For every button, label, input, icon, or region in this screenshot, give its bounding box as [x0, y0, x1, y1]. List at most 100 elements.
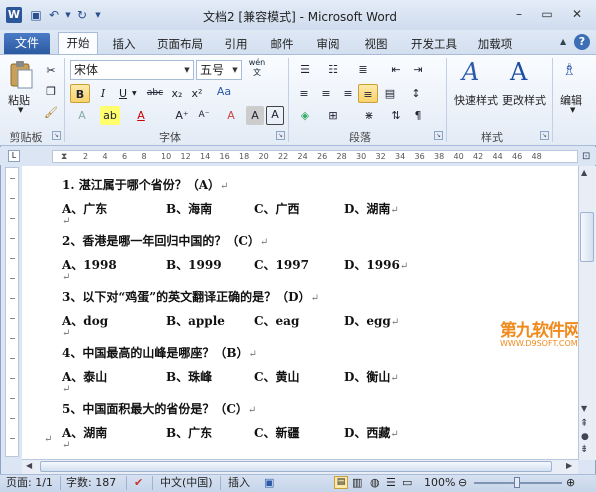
maximize-button[interactable]: ▭	[536, 6, 558, 23]
quick-styles-icon[interactable]: A	[462, 58, 479, 86]
collapse-ribbon-icon[interactable]: ▲	[560, 37, 566, 46]
align-right-icon[interactable]: ≡	[338, 84, 358, 103]
scroll-right-icon[interactable]: ▶	[566, 461, 572, 470]
editing-dropdown-icon[interactable]: ▼	[570, 106, 575, 114]
language-indicator[interactable]: 中文(中国)	[160, 476, 213, 490]
horizontal-ruler[interactable]: 2 4 6 8 10 12 14 16 18 20 22 24 26 28 30 32 34 36 38 40 42 44…	[52, 150, 578, 163]
font-size-combo[interactable]: 五号 ▼	[196, 60, 242, 80]
full-screen-reading-icon[interactable]: ▥	[352, 476, 362, 490]
sort-icon[interactable]: ⇅	[386, 106, 406, 125]
web-layout-icon[interactable]: ◍	[370, 476, 380, 490]
strikethrough-button[interactable]: abc	[144, 84, 166, 103]
align-left-icon[interactable]: ≡	[294, 84, 314, 103]
word-app-icon[interactable]: W	[6, 7, 22, 23]
zoom-in-icon[interactable]: ⊕	[566, 476, 575, 490]
format-painter-icon[interactable]: 🖌	[42, 103, 60, 122]
print-layout-icon[interactable]: ▤	[334, 476, 348, 489]
draft-view-icon[interactable]: ▭	[402, 476, 412, 490]
phonetic-guide-button[interactable]: wén 文	[246, 58, 268, 82]
shading-icon[interactable]: ◈	[294, 106, 316, 125]
zoom-level[interactable]: 100%	[424, 476, 455, 490]
distributed-icon[interactable]: ▤	[380, 84, 400, 103]
close-button[interactable]: ✕	[566, 6, 588, 23]
help-icon[interactable]: ?	[574, 34, 590, 50]
paragraph-launcher-icon[interactable]: ↘	[434, 131, 443, 140]
tab-addins[interactable]: 加载项	[472, 35, 518, 53]
cut-icon[interactable]: ✂	[42, 61, 60, 80]
tab-home[interactable]: 开始	[58, 32, 98, 55]
vertical-scrollbar[interactable]	[578, 166, 596, 460]
view-ruler-icon[interactable]: ⊡	[582, 151, 590, 162]
bullets-icon[interactable]: ☰	[294, 60, 316, 79]
align-center-icon[interactable]: ≡	[316, 84, 336, 103]
minimize-button[interactable]: –	[508, 6, 530, 23]
vertical-scroll-thumb[interactable]	[580, 212, 594, 262]
zoom-out-icon[interactable]: ⊖	[458, 476, 467, 490]
change-styles-icon[interactable]: A	[510, 58, 527, 86]
clipboard-launcher-icon[interactable]: ↘	[52, 131, 61, 140]
highlight-color-icon[interactable]: ab	[100, 106, 120, 125]
tab-insert[interactable]: 插入	[106, 35, 142, 53]
browse-object-icon[interactable]: ●	[581, 432, 589, 442]
text-effects-icon[interactable]: A	[72, 106, 92, 125]
bold-button[interactable]: B	[70, 84, 90, 103]
italic-button[interactable]: I	[94, 84, 112, 103]
customize-qat-icon[interactable]: ▼	[90, 7, 106, 23]
multilevel-list-icon[interactable]: ≣	[352, 60, 374, 79]
char-border-icon[interactable]: A	[266, 106, 284, 125]
save-icon[interactable]: ▣	[28, 7, 44, 23]
show-marks-icon[interactable]: ¶	[408, 106, 428, 125]
tab-mailings[interactable]: 邮件	[264, 35, 300, 53]
change-styles-button[interactable]: 更改样式	[502, 92, 546, 108]
chinese-layout-icon[interactable]: ⋇	[358, 106, 380, 125]
horizontal-scroll-thumb[interactable]	[40, 461, 552, 472]
vertical-ruler-tick	[10, 318, 15, 319]
tab-references[interactable]: 引用	[218, 35, 254, 53]
justify-icon[interactable]: ≡	[358, 84, 378, 103]
next-page-icon[interactable]: ⇟	[580, 444, 588, 455]
prev-page-icon[interactable]: ⇞	[580, 418, 588, 429]
outline-view-icon[interactable]: ☰	[386, 476, 396, 490]
borders-icon[interactable]: ⊞	[322, 106, 344, 125]
superscript-button[interactable]: x²	[188, 84, 206, 103]
tab-page-layout[interactable]: 页面布局	[150, 35, 210, 53]
tab-file[interactable]: 文件	[4, 33, 50, 54]
char-shading-icon[interactable]: A	[246, 106, 264, 125]
numbering-icon[interactable]: ☷	[322, 60, 344, 79]
indent-marker-icon[interactable]: ⧗	[61, 151, 67, 163]
scroll-down-icon[interactable]: ▼	[581, 404, 587, 413]
decrease-indent-icon[interactable]: ⇤	[386, 60, 406, 79]
tab-selector[interactable]: L	[8, 150, 20, 162]
line-spacing-icon[interactable]: ↕	[406, 84, 426, 103]
redo-icon[interactable]: ↻	[74, 7, 90, 23]
font-color-icon[interactable]: A	[132, 106, 150, 125]
proofing-icon[interactable]: ✔	[134, 476, 143, 490]
word-count[interactable]: 字数: 187	[66, 476, 116, 490]
increase-indent-icon[interactable]: ⇥	[408, 60, 428, 79]
quick-styles-button[interactable]: 快速样式	[454, 92, 498, 108]
scroll-up-icon[interactable]: ▲	[581, 168, 587, 177]
find-icon[interactable]: ♗	[562, 60, 576, 79]
font-name-combo[interactable]: 宋体 ▼	[70, 60, 194, 80]
styles-launcher-icon[interactable]: ↘	[540, 131, 549, 140]
copy-icon[interactable]: ❐	[42, 82, 60, 101]
subscript-button[interactable]: x₂	[168, 84, 186, 103]
insert-mode[interactable]: 插入	[228, 476, 250, 490]
paste-dropdown-icon[interactable]: ▼	[18, 106, 23, 114]
ruler-tick-label: 28	[336, 152, 347, 161]
zoom-slider-thumb[interactable]	[514, 477, 520, 488]
clear-format-icon[interactable]: A	[222, 106, 240, 125]
page-indicator[interactable]: 页面: 1/1	[6, 476, 53, 490]
change-case-icon[interactable]: Aa	[214, 82, 234, 101]
macro-record-icon[interactable]: ▣	[264, 476, 274, 490]
tab-review[interactable]: 审阅	[310, 35, 346, 53]
tab-view[interactable]: 视图	[358, 35, 394, 53]
font-launcher-icon[interactable]: ↘	[276, 131, 285, 140]
paste-icon[interactable]	[8, 60, 34, 90]
tab-developer[interactable]: 开发工具	[404, 35, 464, 53]
scroll-left-icon[interactable]: ◀	[26, 461, 32, 470]
grow-font-button[interactable]: A⁺	[172, 106, 192, 125]
underline-button[interactable]: U	[114, 84, 132, 103]
shrink-font-button[interactable]: A⁻	[194, 106, 214, 125]
underline-dropdown-icon[interactable]: ▼	[132, 90, 137, 97]
